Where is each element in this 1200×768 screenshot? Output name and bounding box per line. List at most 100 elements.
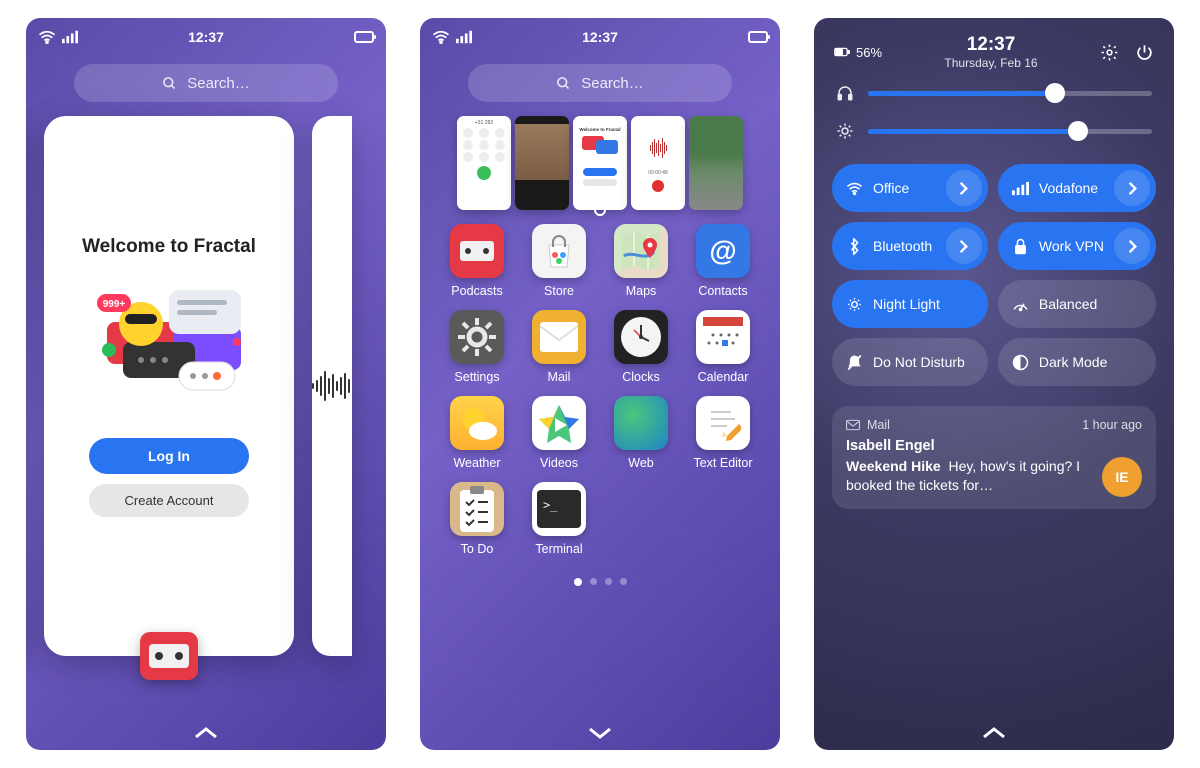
qs-header: 56% 12:37 Thursday, Feb 16 [814, 18, 1174, 80]
settings-icon[interactable] [1100, 43, 1119, 62]
overview-cards[interactable]: ≡ 03:17 Welcome to Fractal 999+ [26, 116, 336, 656]
notif-sender: Isabell Engel [846, 438, 1142, 454]
chevron-down-icon[interactable] [586, 724, 614, 742]
volume-slider[interactable] [814, 80, 1174, 106]
app-contacts[interactable]: @Contacts [684, 224, 762, 298]
qs-label: Do Not Disturb [873, 354, 974, 370]
mail-icon [532, 310, 586, 364]
chevron-up-icon[interactable] [192, 724, 220, 742]
qs-label: Dark Mode [1039, 354, 1142, 370]
qs-night-light[interactable]: Night Light [832, 280, 988, 328]
qs-office[interactable]: Office [832, 164, 988, 212]
app-clocks[interactable]: Clocks [602, 310, 680, 384]
battery-icon [834, 46, 850, 58]
svg-text:999+: 999+ [103, 299, 126, 310]
app-store[interactable]: Store [520, 224, 598, 298]
app-label: Terminal [535, 542, 582, 556]
dnd-icon [846, 354, 863, 371]
qs-do-not-disturb[interactable]: Do Not Disturb [832, 338, 988, 386]
app-texteditor[interactable]: Text Editor [684, 396, 762, 470]
app-podcasts[interactable]: Podcasts [438, 224, 516, 298]
app-calendar[interactable]: Calendar [684, 310, 762, 384]
search-placeholder: Search… [187, 75, 250, 92]
overview-card-recorder[interactable] [312, 116, 352, 656]
battery-icon [354, 31, 374, 43]
app-label: Videos [540, 456, 578, 470]
web-icon [614, 396, 668, 450]
wifi-icon [846, 180, 863, 197]
app-grid: Podcasts Store Maps@Contacts Settings Mail Cl… [420, 220, 780, 560]
qs-label: Work VPN [1039, 238, 1104, 254]
notif-ago: 1 hour ago [1082, 418, 1142, 432]
login-button[interactable]: Log In [89, 438, 249, 474]
qs-vodafone[interactable]: Vodafone [998, 164, 1156, 212]
app-label: Settings [454, 370, 499, 384]
qs-label: Office [873, 180, 936, 196]
search-icon [556, 76, 571, 91]
notif-text: Weekend Hike Hey, how's it going? I book… [846, 457, 1090, 495]
calendar-icon [696, 310, 750, 364]
chevron-right-icon[interactable] [946, 228, 982, 264]
app-label: Store [544, 284, 574, 298]
clocks-icon [614, 310, 668, 364]
darkmode-icon [1012, 354, 1029, 371]
wifi-icon [432, 30, 450, 44]
wifi-icon [38, 30, 56, 44]
notification-card[interactable]: Mail 1 hour ago Isabell Engel Weekend Hi… [832, 406, 1156, 509]
overview-card-fractal[interactable]: Welcome to Fractal 999+ Log In Create Ac [44, 116, 294, 656]
app-weather[interactable]: Weather [438, 396, 516, 470]
app-label: Clocks [622, 370, 660, 384]
card-title: Welcome to Fractal [82, 236, 256, 258]
chevron-right-icon[interactable] [1114, 170, 1150, 206]
app-label: To Do [461, 542, 494, 556]
qs-date: Thursday, Feb 16 [944, 56, 1037, 70]
search-placeholder: Search… [581, 75, 644, 92]
mini-fractal[interactable]: Welcome to Fractal [573, 116, 627, 210]
chevron-up-icon[interactable] [980, 724, 1008, 742]
podcasts-dock-icon[interactable] [140, 632, 198, 680]
search-input[interactable]: Search… [468, 64, 732, 102]
create-account-button[interactable]: Create Account [89, 484, 249, 517]
mini-media[interactable] [515, 116, 569, 210]
headphones-icon [836, 84, 854, 102]
mini-camera[interactable] [689, 116, 743, 210]
videos-icon [532, 396, 586, 450]
chevron-right-icon[interactable] [946, 170, 982, 206]
maps-icon [614, 224, 668, 278]
app-label: Podcasts [451, 284, 502, 298]
waveform-icon [312, 366, 352, 406]
app-settings[interactable]: Settings [438, 310, 516, 384]
qs-label: Night Light [873, 296, 974, 312]
screen-overview: 12:37 Search… ≡ 03:17 Welcome to Fractal [26, 18, 386, 750]
app-videos[interactable]: Videos [520, 396, 598, 470]
settings-icon [450, 310, 504, 364]
nightlight-icon [846, 296, 863, 313]
power-icon[interactable] [1135, 43, 1154, 62]
qs-bluetooth[interactable]: Bluetooth [832, 222, 988, 270]
app-todo[interactable]: To Do [438, 482, 516, 556]
bluetooth-icon [846, 238, 863, 255]
qs-toggle-grid: Office VodafoneBluetooth Work VPN Night Lig… [814, 144, 1174, 400]
search-icon [162, 76, 177, 91]
status-bar: 12:37 [420, 18, 780, 56]
qs-dark-mode[interactable]: Dark Mode [998, 338, 1156, 386]
app-label: Text Editor [693, 456, 752, 470]
app-maps[interactable]: Maps [602, 224, 680, 298]
app-terminal[interactable]: >_Terminal [520, 482, 598, 556]
qs-balanced[interactable]: Balanced [998, 280, 1156, 328]
app-mail[interactable]: Mail [520, 310, 598, 384]
signal-icon [456, 30, 472, 44]
brightness-slider[interactable] [814, 118, 1174, 144]
app-web[interactable]: Web [602, 396, 680, 470]
search-input[interactable]: Search… [74, 64, 338, 102]
qs-time: 12:37 [944, 34, 1037, 56]
screen-quicksettings: 56% 12:37 Thursday, Feb 16 Office Vodafon… [814, 18, 1174, 750]
qs-work-vpn[interactable]: Work VPN [998, 222, 1156, 270]
chevron-right-icon[interactable] [1114, 228, 1150, 264]
mini-recorder[interactable]: 00:00:48 [631, 116, 685, 210]
todo-icon [450, 482, 504, 536]
recent-apps-strip[interactable]: +31 282 Welcome to Fractal 00:00:48 [420, 116, 780, 220]
chat-illustration: 999+ [79, 272, 259, 402]
store-icon [532, 224, 586, 278]
mini-dialer[interactable]: +31 282 [457, 116, 511, 210]
